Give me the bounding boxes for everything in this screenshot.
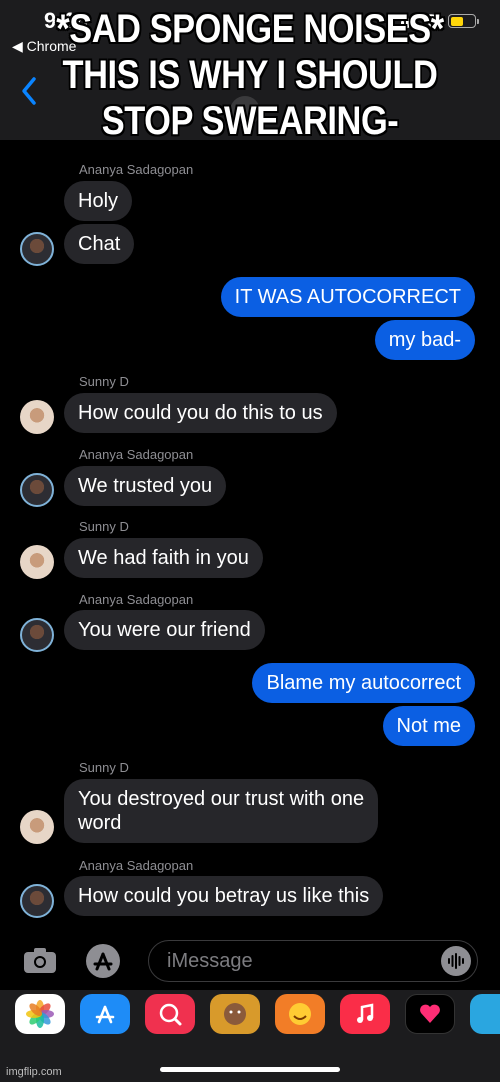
incoming-message[interactable]: Holy [64,181,133,221]
avatar[interactable] [20,473,54,507]
incoming-message[interactable]: You destroyed our trust with one word [64,779,379,843]
outgoing-message[interactable]: IT WAS AUTOCORRECT [220,277,475,317]
photos-icon[interactable] [15,994,65,1034]
message-sender: Ananya Sadagopan [79,858,194,873]
audio-waveform-icon[interactable] [441,946,471,976]
avatar[interactable] [20,884,54,918]
avatar[interactable] [20,810,54,844]
message-sender: Sunny D [79,760,129,775]
message-sender: Ananya Sadagopan [79,162,194,177]
input-placeholder: iMessage [167,950,253,972]
game-app-icon[interactable] [470,994,500,1034]
meme-caption: *SAD SPONGE NOISES* THIS IS WHY I SHOULD… [56,7,444,143]
app-drawer: imgflip.com [0,990,500,1082]
outgoing-message[interactable]: Not me [382,706,475,746]
message-sender: Ananya Sadagopan [79,447,194,462]
message-sender: Ananya Sadagopan [79,592,194,607]
incoming-message[interactable]: How could you do this to us [64,393,337,433]
incoming-message[interactable]: You were our friend [64,610,265,650]
web-search-icon[interactable] [145,994,195,1034]
incoming-message[interactable]: Chat [64,224,135,264]
avatar[interactable] [20,618,54,652]
app-store-icon[interactable] [86,944,120,978]
outgoing-message[interactable]: Blame my autocorrect [252,663,475,703]
animoji-stickers-icon[interactable] [275,994,325,1034]
music-icon[interactable] [340,994,390,1034]
message-sender: Sunny D [79,374,129,389]
watermark: imgflip.com [6,1066,62,1078]
avatar[interactable] [20,400,54,434]
memoji-icon[interactable] [210,994,260,1034]
app-store-icon[interactable] [80,994,130,1034]
camera-icon[interactable] [22,946,58,974]
message-line: word [78,812,122,834]
home-indicator[interactable] [160,1067,340,1072]
outgoing-message[interactable]: my bad- [374,320,475,360]
incoming-message[interactable]: How could you betray us like this [64,876,384,916]
imessage-input[interactable]: iMessage [148,940,478,982]
avatar[interactable] [20,232,54,266]
message-line: You destroyed our trust with one [78,788,365,810]
digital-touch-icon[interactable] [405,994,455,1034]
incoming-message[interactable]: We had faith in you [64,538,263,578]
avatar[interactable] [20,545,54,579]
incoming-message[interactable]: We trusted you [64,466,227,506]
message-sender: Sunny D [79,519,129,534]
